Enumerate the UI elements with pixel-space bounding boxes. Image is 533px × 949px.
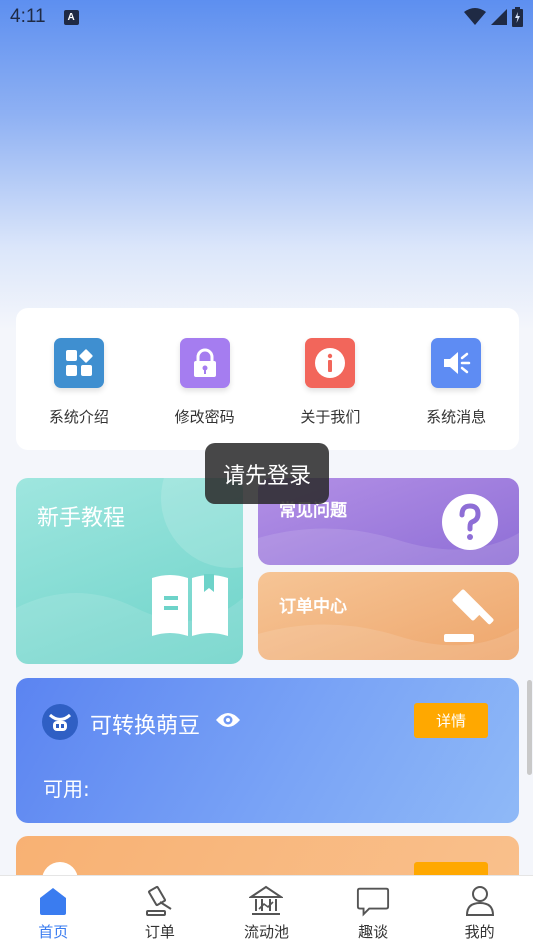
book-icon — [152, 574, 228, 636]
tile-order-center[interactable]: 订单中心 — [258, 572, 519, 660]
available-label: 可用: — [43, 777, 90, 801]
quick-item-system-messages[interactable]: 系统消息 — [401, 338, 511, 427]
bottom-tab-bar: 首页 订单 流动池 趣谈 我的 — [0, 875, 533, 949]
wifi-icon — [464, 8, 486, 25]
hero-banner — [0, 0, 533, 330]
tab-label: 趣谈 — [358, 923, 389, 941]
quick-item-system-intro[interactable]: 系统介绍 — [24, 338, 134, 427]
tab-liquidity-pool[interactable]: 流动池 — [213, 876, 320, 949]
tab-chat[interactable]: 趣谈 — [320, 876, 427, 949]
info-icon — [305, 338, 356, 388]
tab-home[interactable]: 首页 — [0, 876, 107, 949]
lock-icon — [179, 338, 230, 388]
user-icon — [463, 884, 497, 918]
tab-me[interactable]: 我的 — [426, 876, 533, 949]
detail-button[interactable]: 详情 — [414, 703, 488, 738]
tab-label: 订单 — [144, 923, 175, 941]
tile-title: 订单中心 — [279, 597, 347, 617]
bean-logo-icon — [42, 704, 78, 740]
eye-icon[interactable] — [215, 710, 241, 730]
status-icons — [464, 7, 523, 27]
quick-item-about-us[interactable]: 关于我们 — [275, 338, 385, 427]
tab-label: 流动池 — [243, 923, 289, 941]
gavel-icon — [444, 589, 494, 642]
scrollbar[interactable] — [527, 680, 532, 775]
bank-icon — [249, 884, 284, 918]
toast-message: 请先登录 — [205, 443, 329, 504]
tile-title: 新手教程 — [37, 506, 126, 531]
home-icon — [36, 884, 70, 918]
tab-label: 我的 — [464, 923, 495, 941]
tab-orders[interactable]: 订单 — [107, 876, 214, 949]
apps-icon — [53, 338, 104, 388]
status-time: 4:11 — [10, 6, 46, 27]
quick-item-label: 修改密码 — [174, 408, 235, 426]
speaker-icon — [431, 338, 482, 388]
gavel-icon — [143, 884, 177, 918]
signal-icon — [491, 9, 507, 25]
bean-card-title: 可转换萌豆 — [90, 714, 201, 739]
bean-card: 可转换萌豆 可用: 详情 — [16, 678, 519, 823]
question-icon — [442, 494, 498, 550]
notification-icon: A — [63, 9, 79, 25]
battery-icon — [512, 7, 523, 27]
chat-icon — [356, 884, 390, 918]
status-bar: 4:11 A — [0, 0, 533, 34]
quick-item-label: 系统消息 — [426, 408, 487, 426]
tab-label: 首页 — [38, 923, 69, 941]
quick-menu: 系统介绍 修改密码 关于我们 系统消息 — [16, 308, 519, 450]
quick-item-label: 关于我们 — [300, 408, 361, 426]
quick-item-change-password[interactable]: 修改密码 — [150, 338, 260, 427]
quick-item-label: 系统介绍 — [48, 408, 109, 426]
tile-tutorial[interactable]: 新手教程 — [16, 478, 243, 664]
